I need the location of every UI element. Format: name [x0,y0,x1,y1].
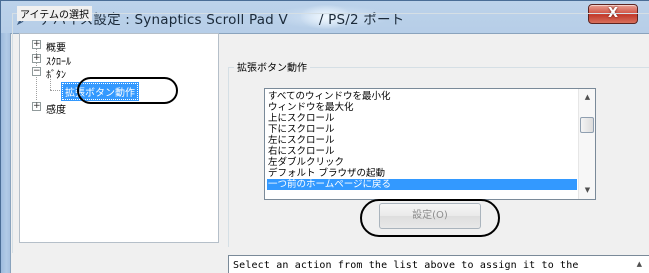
list-item[interactable]: ウィンドウを最大化 [267,102,577,113]
list-item[interactable]: 右にスクロール [267,146,577,157]
highlight-oval-button [360,199,500,237]
extended-button-legend: 拡張ボタン動作 [234,59,310,74]
listbox-scrollbar[interactable]: ▲ ▼ [578,89,595,199]
list-item[interactable]: すべてのウィンドウを最小化 [267,91,577,102]
list-item[interactable]: 上にスクロール [267,113,577,124]
expand-icon[interactable]: + [32,102,41,111]
highlight-oval-tree [77,77,178,104]
item-tree[interactable]: + 概要 + ｽｸﾛｰﾙ − ﾎﾞﾀﾝ 拡張ボタン動作 + 感度 [19,33,219,243]
tree-connector [50,90,60,91]
list-item[interactable]: 下にスクロール [267,124,577,135]
collapse-icon[interactable]: − [32,67,41,76]
tree-item-label: 概要 [46,43,66,54]
tree-item-label: ﾎﾞﾀﾝ [46,70,66,81]
list-item[interactable]: デフォルト ブラウザの起動 [267,168,577,179]
window-left-border [1,33,10,273]
expand-icon[interactable]: + [32,54,41,63]
scrollbar-thumb[interactable] [580,117,594,133]
item-select-legend: アイテムの選択 [17,6,92,21]
expand-icon[interactable]: + [32,40,41,49]
scroll-up-icon[interactable]: ▲ [637,260,642,268]
list-item-selected[interactable]: 一つ前のホームページに戻る [267,179,577,190]
scroll-up-icon[interactable]: ▲ [579,89,596,106]
scroll-down-icon[interactable]: ▼ [579,182,596,199]
list-item[interactable]: 左にスクロール [267,135,577,146]
description-text: Select an action from the list above to … [233,260,579,271]
list-item[interactable]: 左ダブルクリック [267,157,577,168]
description-box: Select an action from the list above to … [228,255,649,273]
action-listbox[interactable]: すべてのウィンドウを最小化 ウィンドウを最大化 上にスクロール 下にスクロール … [264,88,596,200]
tree-item-label: 感度 [46,105,66,116]
dialog-window: デバイス設定 : Synaptics Scroll Pad V / PS/2 ポ… [0,0,649,273]
